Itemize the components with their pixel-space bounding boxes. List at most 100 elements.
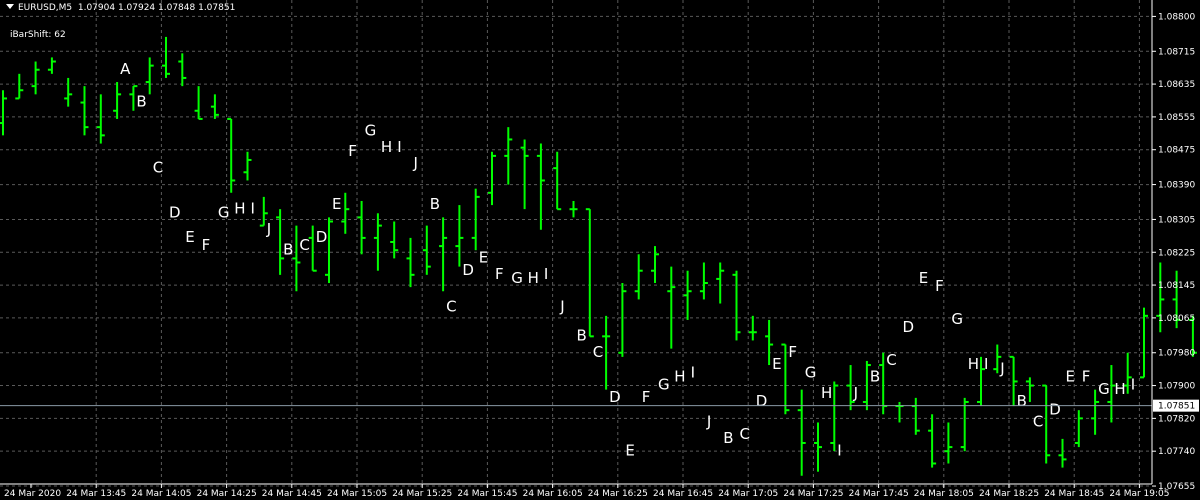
- x-tick-label: 24 Mar 2020: [4, 489, 61, 499]
- annotation-letter: I: [837, 441, 841, 459]
- annotation-letter: B: [870, 367, 880, 385]
- annotation-letter: E: [919, 269, 928, 287]
- y-tick-label: 1.08475: [1158, 146, 1195, 156]
- annotation-letter: I: [1131, 376, 1135, 394]
- annotation-letter: G: [1098, 380, 1110, 398]
- annotation-letter: H: [821, 384, 832, 402]
- annotation-letter: G: [805, 363, 817, 381]
- annotation-letter: C: [886, 351, 896, 369]
- annotation-letter: E: [772, 355, 781, 373]
- annotation-letter: H: [1114, 380, 1125, 398]
- annotation-letter: F: [348, 142, 357, 160]
- x-tick-label: 24 Mar 14:25: [197, 489, 257, 499]
- y-tick-label: 1.08800: [1158, 12, 1195, 22]
- annotation-letter: A: [120, 60, 131, 78]
- current-price-label: 1.07851: [1158, 402, 1195, 412]
- x-tick-label: 24 Mar 15:45: [457, 489, 517, 499]
- x-tick-label: 24 Mar 13:45: [66, 489, 126, 499]
- symbol-label: EURUSD,M5: [18, 3, 73, 13]
- x-tick-label: 24 Mar 18:45: [1044, 489, 1104, 499]
- x-tick-label: 24 Mar 16:45: [653, 489, 713, 499]
- annotation-letter: G: [365, 121, 377, 139]
- annotation-letter: E: [185, 228, 194, 246]
- annotation-letter: J: [559, 298, 564, 316]
- annotation-letter: F: [935, 277, 944, 295]
- annotation-letter: H: [528, 269, 539, 287]
- annotation-letter: D: [1049, 400, 1061, 418]
- annotation-letter: B: [283, 240, 293, 258]
- annotation-letter: B: [577, 326, 587, 344]
- annotation-letter: B: [430, 195, 440, 213]
- annotation-letter: J: [999, 359, 1004, 377]
- annotation-letter: D: [462, 261, 474, 279]
- annotation-letter: B: [136, 93, 146, 111]
- chart-background: [0, 0, 1200, 500]
- y-tick-label: 1.08305: [1158, 215, 1195, 225]
- x-tick-label: 24 Mar 15:05: [327, 489, 387, 499]
- y-tick-label: 1.07820: [1158, 414, 1195, 424]
- y-tick-label: 1.07980: [1158, 349, 1195, 359]
- annotation-letter: C: [299, 236, 309, 254]
- annotation-letter: D: [609, 388, 621, 406]
- y-tick-label: 1.08715: [1158, 47, 1195, 57]
- annotation-letter: J: [266, 220, 271, 238]
- annotation-letter: D: [169, 203, 181, 221]
- annotation-letter: C: [740, 425, 750, 443]
- annotation-letter: J: [706, 413, 711, 431]
- annotation-letter: C: [446, 298, 456, 316]
- y-tick-label: 1.07740: [1158, 447, 1195, 457]
- x-tick-label: 24 Mar 14:05: [131, 489, 191, 499]
- annotation-letter: E: [625, 441, 634, 459]
- annotation-letter: I: [397, 138, 401, 156]
- annotation-letter: F: [642, 388, 651, 406]
- dropdown-triangle-icon[interactable]: [6, 4, 14, 9]
- annotation-letter: E: [479, 249, 488, 267]
- annotation-letter: J: [853, 384, 858, 402]
- annotation-letter: D: [903, 318, 915, 336]
- annotation-letter: D: [756, 392, 768, 410]
- annotation-letter: H: [381, 138, 392, 156]
- ohlc-values: 1.07904 1.07924 1.07848 1.07851: [77, 3, 236, 13]
- x-tick-label: 24 Mar 17:45: [849, 489, 909, 499]
- annotation-letter: E: [332, 195, 341, 213]
- annotation-letter: F: [202, 236, 211, 254]
- x-tick-label: 24 Mar 16:25: [588, 489, 648, 499]
- indicator-label: iBarShift: 62: [10, 30, 66, 40]
- annotation-letter: C: [153, 158, 163, 176]
- annotation-letter: B: [1017, 392, 1027, 410]
- x-tick-label: 24 Mar 17:05: [718, 489, 778, 499]
- x-tick-label: 24 Mar 15:25: [392, 489, 452, 499]
- annotation-letter: G: [658, 376, 670, 394]
- annotation-letter: G: [218, 203, 230, 221]
- annotation-letter: G: [951, 310, 963, 328]
- annotation-letter: I: [544, 265, 548, 283]
- x-tick-label: 24 Mar 18:05: [914, 489, 974, 499]
- annotation-letter: F: [788, 343, 797, 361]
- annotation-letter: H: [674, 367, 685, 385]
- y-tick-label: 1.07900: [1158, 382, 1195, 392]
- annotation-letter: D: [316, 228, 328, 246]
- annotation-letter: I: [984, 355, 988, 373]
- annotation-letter: B: [723, 429, 733, 447]
- annotation-letter: F: [495, 265, 504, 283]
- annotation-letter: H: [234, 199, 245, 217]
- annotation-letter: E: [1066, 367, 1075, 385]
- symbol-header[interactable]: EURUSD,M5 1.07904 1.07924 1.07848 1.0785…: [6, 3, 235, 13]
- price-chart[interactable]: ABCDE FG H IJB C DEFGH IJBCDEF G H IJBCDEFG H IJB CD…: [0, 0, 1200, 500]
- x-tick-label: 24 Mar 17:25: [783, 489, 843, 499]
- annotation-letter: I: [251, 199, 255, 217]
- x-tick-label: 24 Mar 14:45: [262, 489, 322, 499]
- annotation-letter: I: [691, 363, 695, 381]
- y-tick-label: 1.08225: [1158, 248, 1195, 258]
- y-tick-label: 1.08390: [1158, 181, 1195, 191]
- annotation-letter: C: [593, 343, 603, 361]
- annotation-letter: F: [1082, 367, 1091, 385]
- x-tick-label: 24 Mar 19:05: [1109, 489, 1169, 499]
- y-tick-label: 1.08555: [1158, 113, 1195, 123]
- x-tick-label: 24 Mar 16:05: [523, 489, 583, 499]
- annotation-letter: G: [511, 269, 523, 287]
- x-tick-label: 24 Mar 18:25: [979, 489, 1039, 499]
- annotation-letter: C: [1033, 413, 1043, 431]
- y-tick-label: 1.08635: [1158, 80, 1195, 90]
- y-tick-label: 1.08065: [1158, 314, 1195, 324]
